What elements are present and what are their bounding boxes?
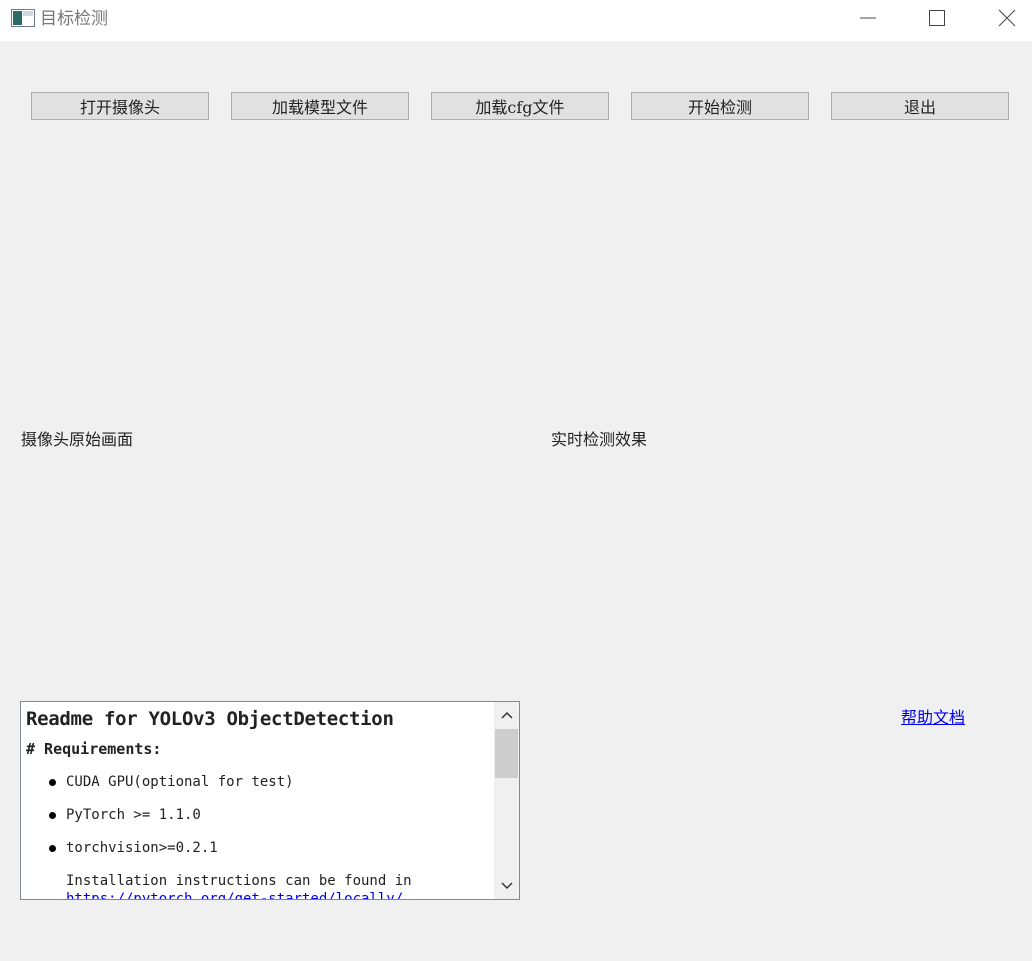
readme-text-box[interactable]: Readme for YOLOv3 ObjectDetection # Requ… (20, 701, 520, 900)
list-item: torchvision>=0.2.1 (26, 839, 494, 857)
close-icon (998, 9, 1016, 27)
readme-heading: # Requirements: (26, 740, 162, 758)
list-item: CUDA GPU(optional for test) (26, 773, 494, 791)
app-window-icon (11, 9, 35, 27)
camera-raw-label: 摄像头原始画面 (21, 430, 134, 449)
chevron-up-icon (500, 711, 513, 719)
load-model-button[interactable]: 加载模型文件 (231, 92, 409, 120)
list-item: PyTorch >= 1.1.0 (26, 806, 494, 824)
close-button[interactable] (984, 0, 1030, 36)
detection-result-label: 实时检测效果 (551, 430, 648, 449)
readme-content: Readme for YOLOv3 ObjectDetection # Requ… (21, 702, 494, 899)
minimize-button[interactable] (845, 0, 891, 36)
start-detection-button[interactable]: 开始检测 (631, 92, 809, 120)
title-bar: 目标检测 (0, 0, 1032, 41)
window-title: 目标检测 (40, 9, 108, 29)
exit-button[interactable]: 退出 (831, 92, 1009, 120)
maximize-button[interactable] (914, 0, 960, 36)
scroll-thumb[interactable] (495, 729, 518, 778)
help-doc-link[interactable]: 帮助文档 (901, 704, 965, 728)
readme-title: Readme for YOLOv3 ObjectDetection (26, 708, 394, 730)
minimize-icon (860, 17, 876, 19)
scroll-down-button[interactable] (494, 873, 519, 899)
readme-paragraph: Installation instructions can be found i… (66, 873, 412, 889)
readme-link[interactable]: https://pytorch.org/get-started/locally/ (26, 890, 494, 899)
maximize-icon (929, 10, 945, 26)
load-cfg-button[interactable]: 加载cfg文件 (431, 92, 609, 120)
open-camera-button[interactable]: 打开摄像头 (31, 92, 209, 120)
requirements-list: CUDA GPU(optional for test) PyTorch >= 1… (26, 773, 494, 857)
scroll-up-button[interactable] (494, 702, 519, 728)
vertical-scrollbar[interactable] (494, 702, 519, 899)
chevron-down-icon (500, 882, 513, 890)
